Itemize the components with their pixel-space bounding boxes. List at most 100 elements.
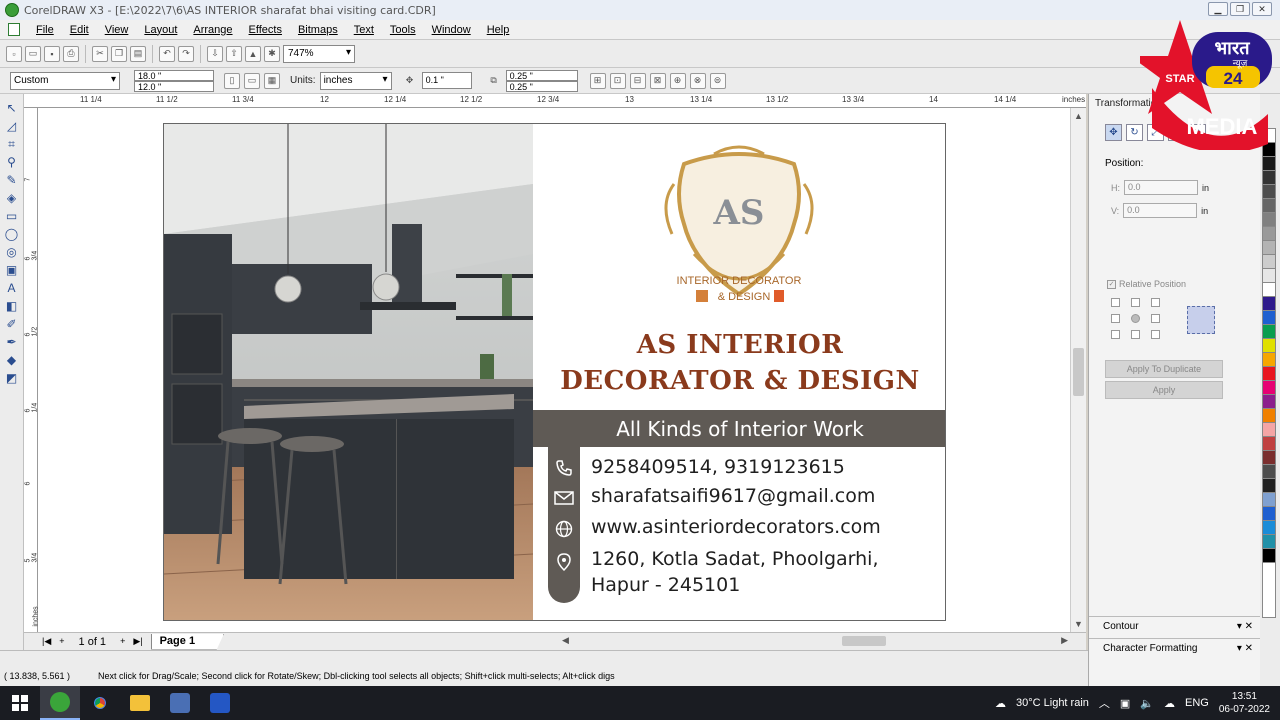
- palette-swatch[interactable]: [1263, 325, 1275, 339]
- onedrive-icon[interactable]: ☁: [1164, 697, 1175, 710]
- menu-arrange[interactable]: Arrange: [185, 24, 240, 36]
- close-button[interactable]: ✕: [1252, 2, 1272, 16]
- new-icon[interactable]: ▫: [6, 45, 22, 62]
- interactive-fill-icon[interactable]: ◩: [4, 370, 20, 386]
- rectangle-tool-icon[interactable]: ▭: [4, 208, 20, 224]
- polygon-tool-icon[interactable]: ◎: [4, 244, 20, 260]
- palette-swatch[interactable]: [1263, 227, 1275, 241]
- basic-shapes-icon[interactable]: ▣: [4, 262, 20, 278]
- palette-swatch[interactable]: [1263, 493, 1275, 507]
- horizontal-scrollbar[interactable]: ◀ ▶: [560, 635, 1070, 647]
- smart-fill-icon[interactable]: ◈: [4, 190, 20, 206]
- scroll-left-icon[interactable]: ◀: [562, 635, 569, 646]
- undo-icon[interactable]: ↶: [159, 45, 175, 62]
- first-page-icon[interactable]: |◀: [42, 636, 51, 647]
- scroll-right-icon[interactable]: ▶: [1061, 635, 1068, 646]
- redo-icon[interactable]: ↷: [178, 45, 194, 62]
- palette-swatch[interactable]: [1263, 535, 1275, 549]
- anchor-point[interactable]: [1111, 314, 1120, 323]
- palette-swatch[interactable]: [1263, 507, 1275, 521]
- clock[interactable]: 13:51 06-07-2022: [1219, 690, 1270, 716]
- outline-tool-icon[interactable]: ✒: [4, 334, 20, 350]
- palette-swatch[interactable]: [1263, 339, 1275, 353]
- hscroll-thumb[interactable]: [842, 636, 886, 646]
- snap-to-objects-icon[interactable]: ⊕: [669, 72, 686, 89]
- export-icon[interactable]: ⇧: [226, 45, 242, 62]
- pick-tool-icon[interactable]: ↖: [4, 100, 20, 116]
- palette-swatch[interactable]: [1263, 353, 1275, 367]
- page-width-field[interactable]: 18.0 ": [134, 69, 214, 81]
- minimize-button[interactable]: ▁: [1208, 2, 1228, 16]
- anchor-point[interactable]: [1111, 330, 1120, 339]
- palette-swatch[interactable]: [1263, 479, 1275, 493]
- menu-tools[interactable]: Tools: [382, 24, 424, 36]
- menu-window[interactable]: Window: [424, 24, 479, 36]
- tray-overflow-icon[interactable]: ︿: [1099, 695, 1110, 711]
- add-page-after-icon[interactable]: +: [120, 636, 125, 647]
- contour-docker-tab[interactable]: Contour ▾ ✕: [1089, 616, 1261, 636]
- portrait-icon[interactable]: ▯: [224, 72, 240, 89]
- text-tool-icon[interactable]: A: [4, 280, 20, 296]
- palette-swatch[interactable]: [1263, 185, 1275, 199]
- palette-swatch[interactable]: [1263, 283, 1275, 297]
- menu-help[interactable]: Help: [479, 24, 518, 36]
- color-palette[interactable]: [1262, 128, 1276, 618]
- palette-swatch[interactable]: [1263, 521, 1275, 535]
- menu-text[interactable]: Text: [346, 24, 382, 36]
- volume-icon[interactable]: 🔈: [1140, 697, 1154, 710]
- anchor-point[interactable]: [1131, 298, 1140, 307]
- welcome-screen-icon[interactable]: ✱: [264, 45, 280, 62]
- eyedropper-icon[interactable]: ✐: [4, 316, 20, 332]
- corel-capture-taskbar-icon[interactable]: [200, 686, 240, 720]
- menu-effects[interactable]: Effects: [241, 24, 290, 36]
- chrome-taskbar-icon[interactable]: [80, 686, 120, 720]
- character-formatting-docker-tab[interactable]: Character Formatting ▾ ✕: [1089, 638, 1261, 658]
- page-nav-last[interactable]: + ▶|: [120, 636, 143, 647]
- units-select[interactable]: inches: [319, 71, 392, 90]
- palette-swatch[interactable]: [1263, 297, 1275, 311]
- anchor-point-center[interactable]: [1131, 314, 1140, 323]
- v-field[interactable]: 0.0: [1123, 203, 1198, 218]
- position-mode-icon[interactable]: ✥: [1105, 124, 1122, 141]
- anchor-point[interactable]: [1151, 314, 1160, 323]
- palette-swatch[interactable]: [1263, 367, 1275, 381]
- landscape-icon[interactable]: ▭: [244, 72, 260, 89]
- application-launcher-icon[interactable]: ▲: [245, 45, 261, 62]
- cut-icon[interactable]: ✂: [92, 45, 108, 62]
- file-explorer-taskbar-icon[interactable]: [120, 686, 160, 720]
- palette-swatch[interactable]: [1263, 395, 1275, 409]
- palette-swatch[interactable]: [1263, 269, 1275, 283]
- palette-swatch[interactable]: [1263, 157, 1275, 171]
- page-height-field[interactable]: 12.0 ": [134, 80, 214, 92]
- snap-to-grid-icon[interactable]: ⊟: [629, 72, 646, 89]
- save-icon[interactable]: ▪: [44, 45, 60, 62]
- coreldraw-taskbar-icon[interactable]: [40, 686, 80, 720]
- palette-swatch[interactable]: [1263, 437, 1275, 451]
- corel-photo-paint-taskbar-icon[interactable]: [160, 686, 200, 720]
- menu-edit[interactable]: Edit: [62, 24, 97, 36]
- shape-tool-icon[interactable]: ◿: [4, 118, 20, 134]
- paste-icon[interactable]: ▤: [130, 45, 146, 62]
- palette-swatch[interactable]: [1263, 381, 1275, 395]
- maximize-button[interactable]: ❐: [1230, 2, 1250, 16]
- options-icon[interactable]: ⊜: [709, 72, 726, 89]
- paper-type-select[interactable]: Custom: [10, 71, 120, 90]
- h-field[interactable]: 0.0: [1124, 180, 1198, 195]
- palette-swatch[interactable]: [1263, 311, 1275, 325]
- units-options-icon[interactable]: ⊞: [589, 72, 606, 89]
- palette-swatch[interactable]: [1263, 255, 1275, 269]
- apply-to-duplicate-button[interactable]: Apply To Duplicate: [1105, 360, 1223, 378]
- menu-layout[interactable]: Layout: [136, 24, 185, 36]
- page-layout-icon[interactable]: ▦: [264, 72, 280, 89]
- page-tab-1[interactable]: Page 1: [150, 633, 225, 650]
- palette-swatch[interactable]: [1263, 241, 1275, 255]
- anchor-point[interactable]: [1131, 330, 1140, 339]
- anchor-point[interactable]: [1151, 298, 1160, 307]
- zoom-tool-icon[interactable]: ⚲: [4, 154, 20, 170]
- duplicate-y-field[interactable]: 0.25 ": [505, 80, 578, 92]
- scroll-down-icon[interactable]: ▼: [1074, 619, 1083, 629]
- palette-swatch[interactable]: [1263, 213, 1275, 227]
- language-indicator[interactable]: ENG: [1185, 697, 1209, 709]
- interactive-blend-icon[interactable]: ◧: [4, 298, 20, 314]
- palette-swatch[interactable]: [1263, 171, 1275, 185]
